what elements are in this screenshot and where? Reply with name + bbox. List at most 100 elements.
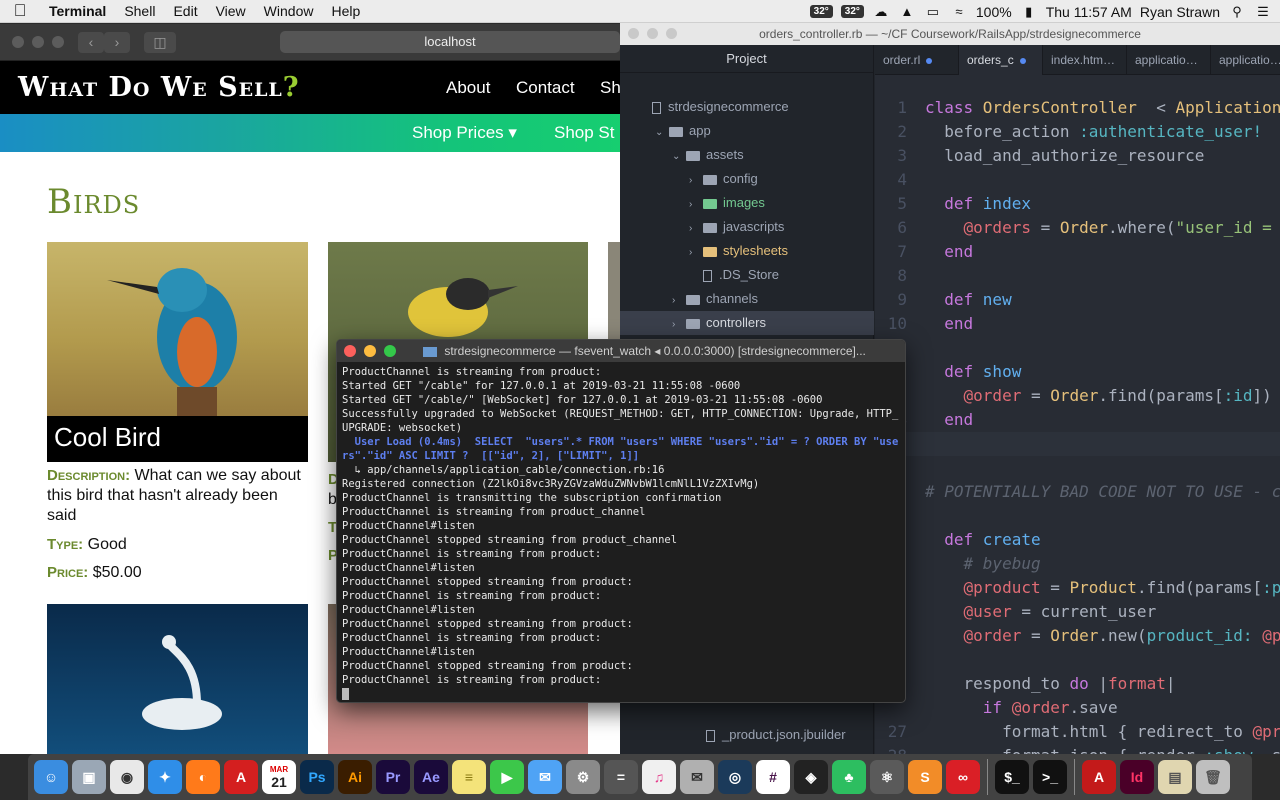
dock-terminal-icon[interactable]: $_	[995, 760, 1029, 794]
code-line[interactable]: 28 format.json { render :show, s	[875, 744, 1280, 754]
notification-center-icon[interactable]: ☰	[1254, 4, 1272, 19]
terminal-zoom-button[interactable]	[384, 345, 396, 357]
editor-tab[interactable]: order.rl	[875, 45, 959, 75]
tree-item-app[interactable]: ⌄ app	[620, 119, 874, 143]
menu-window[interactable]: Window	[255, 3, 323, 19]
dock-sublime-icon[interactable]: S	[908, 760, 942, 794]
editor-tab[interactable]: applicatio…	[1127, 45, 1211, 75]
menu-edit[interactable]: Edit	[164, 3, 206, 19]
dock-facetime-icon[interactable]: ▶	[490, 760, 524, 794]
site-logo[interactable]: What Do We Sell?	[18, 72, 300, 103]
dock-notes-icon[interactable]: ≡	[452, 760, 486, 794]
dock-premiere-icon[interactable]: Pr	[376, 760, 410, 794]
dock-photoshop-icon[interactable]: Ps	[300, 760, 334, 794]
code-line[interactable]: @user = current_user	[875, 600, 1280, 624]
spotlight-search-icon[interactable]: ⚲	[1228, 4, 1246, 19]
tree-item-channels[interactable]: › channels	[620, 287, 874, 311]
dock-steam-icon[interactable]: ◎	[718, 760, 752, 794]
code-line[interactable]: 11	[875, 336, 1280, 360]
code-line[interactable]: 7 end	[875, 240, 1280, 264]
nav-shop[interactable]: Sh	[600, 78, 621, 98]
code-line[interactable]: 27 format.html { redirect_to @pr	[875, 720, 1280, 744]
code-line[interactable]: 14 end	[875, 408, 1280, 432]
shop-prices-dropdown[interactable]: Shop Prices ▾	[412, 123, 517, 143]
dock-atom-icon[interactable]: ⚛	[870, 760, 904, 794]
dock-illustrator-icon[interactable]: Ai	[338, 760, 372, 794]
terminal-minimize-button[interactable]	[364, 345, 376, 357]
code-line[interactable]: 13 @order = Order.find(params[:id])	[875, 384, 1280, 408]
code-line[interactable]: respond_to do |format|	[875, 672, 1280, 696]
code-line[interactable]	[875, 648, 1280, 672]
creative-cloud-status-icon[interactable]: ☁	[872, 4, 890, 19]
tree-item-assets[interactable]: ⌄ assets	[620, 143, 874, 167]
shop-styles-dropdown[interactable]: Shop St	[554, 123, 615, 143]
nav-contact[interactable]: Contact	[516, 78, 575, 98]
code-line[interactable]: 8	[875, 264, 1280, 288]
dock-unity-icon[interactable]: ◈	[794, 760, 828, 794]
dock-mail-icon[interactable]: ✉	[680, 760, 714, 794]
gpu-temp-badge[interactable]: 32°	[840, 5, 864, 18]
tree-item-strdesignecommerce[interactable]: strdesignecommerce	[620, 95, 874, 119]
code-line[interactable]: 3 load_and_authorize_resource	[875, 144, 1280, 168]
code-editor[interactable]: order.rl orders_c index.htm… applicatio… app…	[875, 45, 1280, 754]
tree-item-config[interactable]: › config	[620, 167, 874, 191]
code-line[interactable]: 10 end	[875, 312, 1280, 336]
tree-item-javascripts[interactable]: › javascripts	[620, 215, 874, 239]
code-line[interactable]	[875, 456, 1280, 480]
code-line[interactable]: if @order.save	[875, 696, 1280, 720]
dock-chrome-icon[interactable]: ◉	[110, 760, 144, 794]
editor-zoom-button[interactable]	[666, 28, 677, 39]
code-line[interactable]	[875, 432, 1280, 456]
clock[interactable]: Thu 11:57 AM	[1046, 4, 1132, 20]
tree-item-bottom[interactable]: .DS_Store	[620, 747, 874, 754]
code-line[interactable]: 6 @orders = Order.where("user_id =	[875, 216, 1280, 240]
dock-firefox-icon[interactable]: ◐	[186, 760, 220, 794]
dock-evernote-icon[interactable]: ♣	[832, 760, 866, 794]
tree-item-stylesheets[interactable]: › stylesheets	[620, 239, 874, 263]
menu-shell[interactable]: Shell	[115, 3, 164, 19]
airplay-icon[interactable]: ▭	[924, 4, 942, 19]
tree-item-controllers[interactable]: › controllers	[620, 311, 874, 335]
dock-indesign-icon[interactable]: Id	[1120, 760, 1154, 794]
editor-tab[interactable]: orders_c	[959, 45, 1043, 75]
forward-button[interactable]: ›	[104, 32, 130, 53]
address-bar[interactable]: localhost	[280, 31, 620, 53]
dock-terminal-2-icon[interactable]: >_	[1033, 760, 1067, 794]
dock-trash-icon[interactable]: 🗑	[1196, 760, 1230, 794]
dock-creative-cloud-icon[interactable]: ∞	[946, 760, 980, 794]
tree-item-ds-store[interactable]: .DS_Store	[620, 263, 874, 287]
terminal-output[interactable]: ProductChannel is streaming from product…	[337, 362, 905, 702]
cpu-temp-badge[interactable]: 32°	[809, 5, 833, 18]
wifi-icon[interactable]: ≈	[950, 4, 968, 19]
code-line[interactable]: 2 before_action :authenticate_user!	[875, 120, 1280, 144]
battery-icon[interactable]: ▮	[1020, 4, 1038, 19]
dock-acrobat-icon[interactable]: A	[224, 760, 258, 794]
dock-calculator-icon[interactable]: =	[604, 760, 638, 794]
code-line[interactable]: 4	[875, 168, 1280, 192]
code-line[interactable]: 12 def show	[875, 360, 1280, 384]
nav-about[interactable]: About	[446, 78, 490, 98]
code-line[interactable]: 1 class OrdersController < ApplicationC	[875, 96, 1280, 120]
editor-minimize-button[interactable]	[647, 28, 658, 39]
editor-close-button[interactable]	[628, 28, 639, 39]
code-line[interactable]: @order = Order.new(product_id: @p	[875, 624, 1280, 648]
code-line[interactable]: # byebug	[875, 552, 1280, 576]
dock-calendar-icon[interactable]: MAR 21	[262, 760, 296, 794]
product-card-cool-bird[interactable]: Cool Bird	[47, 242, 308, 462]
code-line[interactable]: @product = Product.find(params[:p	[875, 576, 1280, 600]
dock-acrobat-2-icon[interactable]: A	[1082, 760, 1116, 794]
tree-item-bottom[interactable]: _product.json.jbuilder	[620, 723, 874, 747]
dock-itunes-icon[interactable]: ♫	[642, 760, 676, 794]
close-button[interactable]	[12, 36, 24, 48]
code-line[interactable]: def create	[875, 528, 1280, 552]
project-tree-header[interactable]: Project	[620, 45, 873, 73]
back-button[interactable]: ‹	[78, 32, 104, 53]
cloud-upload-icon[interactable]: ▲	[898, 4, 916, 19]
dock-slack-icon[interactable]: #	[756, 760, 790, 794]
menu-help[interactable]: Help	[322, 3, 369, 19]
dock-finder-icon[interactable]: ☺	[34, 760, 68, 794]
user-name[interactable]: Ryan Strawn	[1140, 4, 1220, 20]
zoom-button[interactable]	[52, 36, 64, 48]
dock-after-effects-icon[interactable]: Ae	[414, 760, 448, 794]
code-line[interactable]: # POTENTIALLY BAD CODE NOT TO USE - c	[875, 480, 1280, 504]
